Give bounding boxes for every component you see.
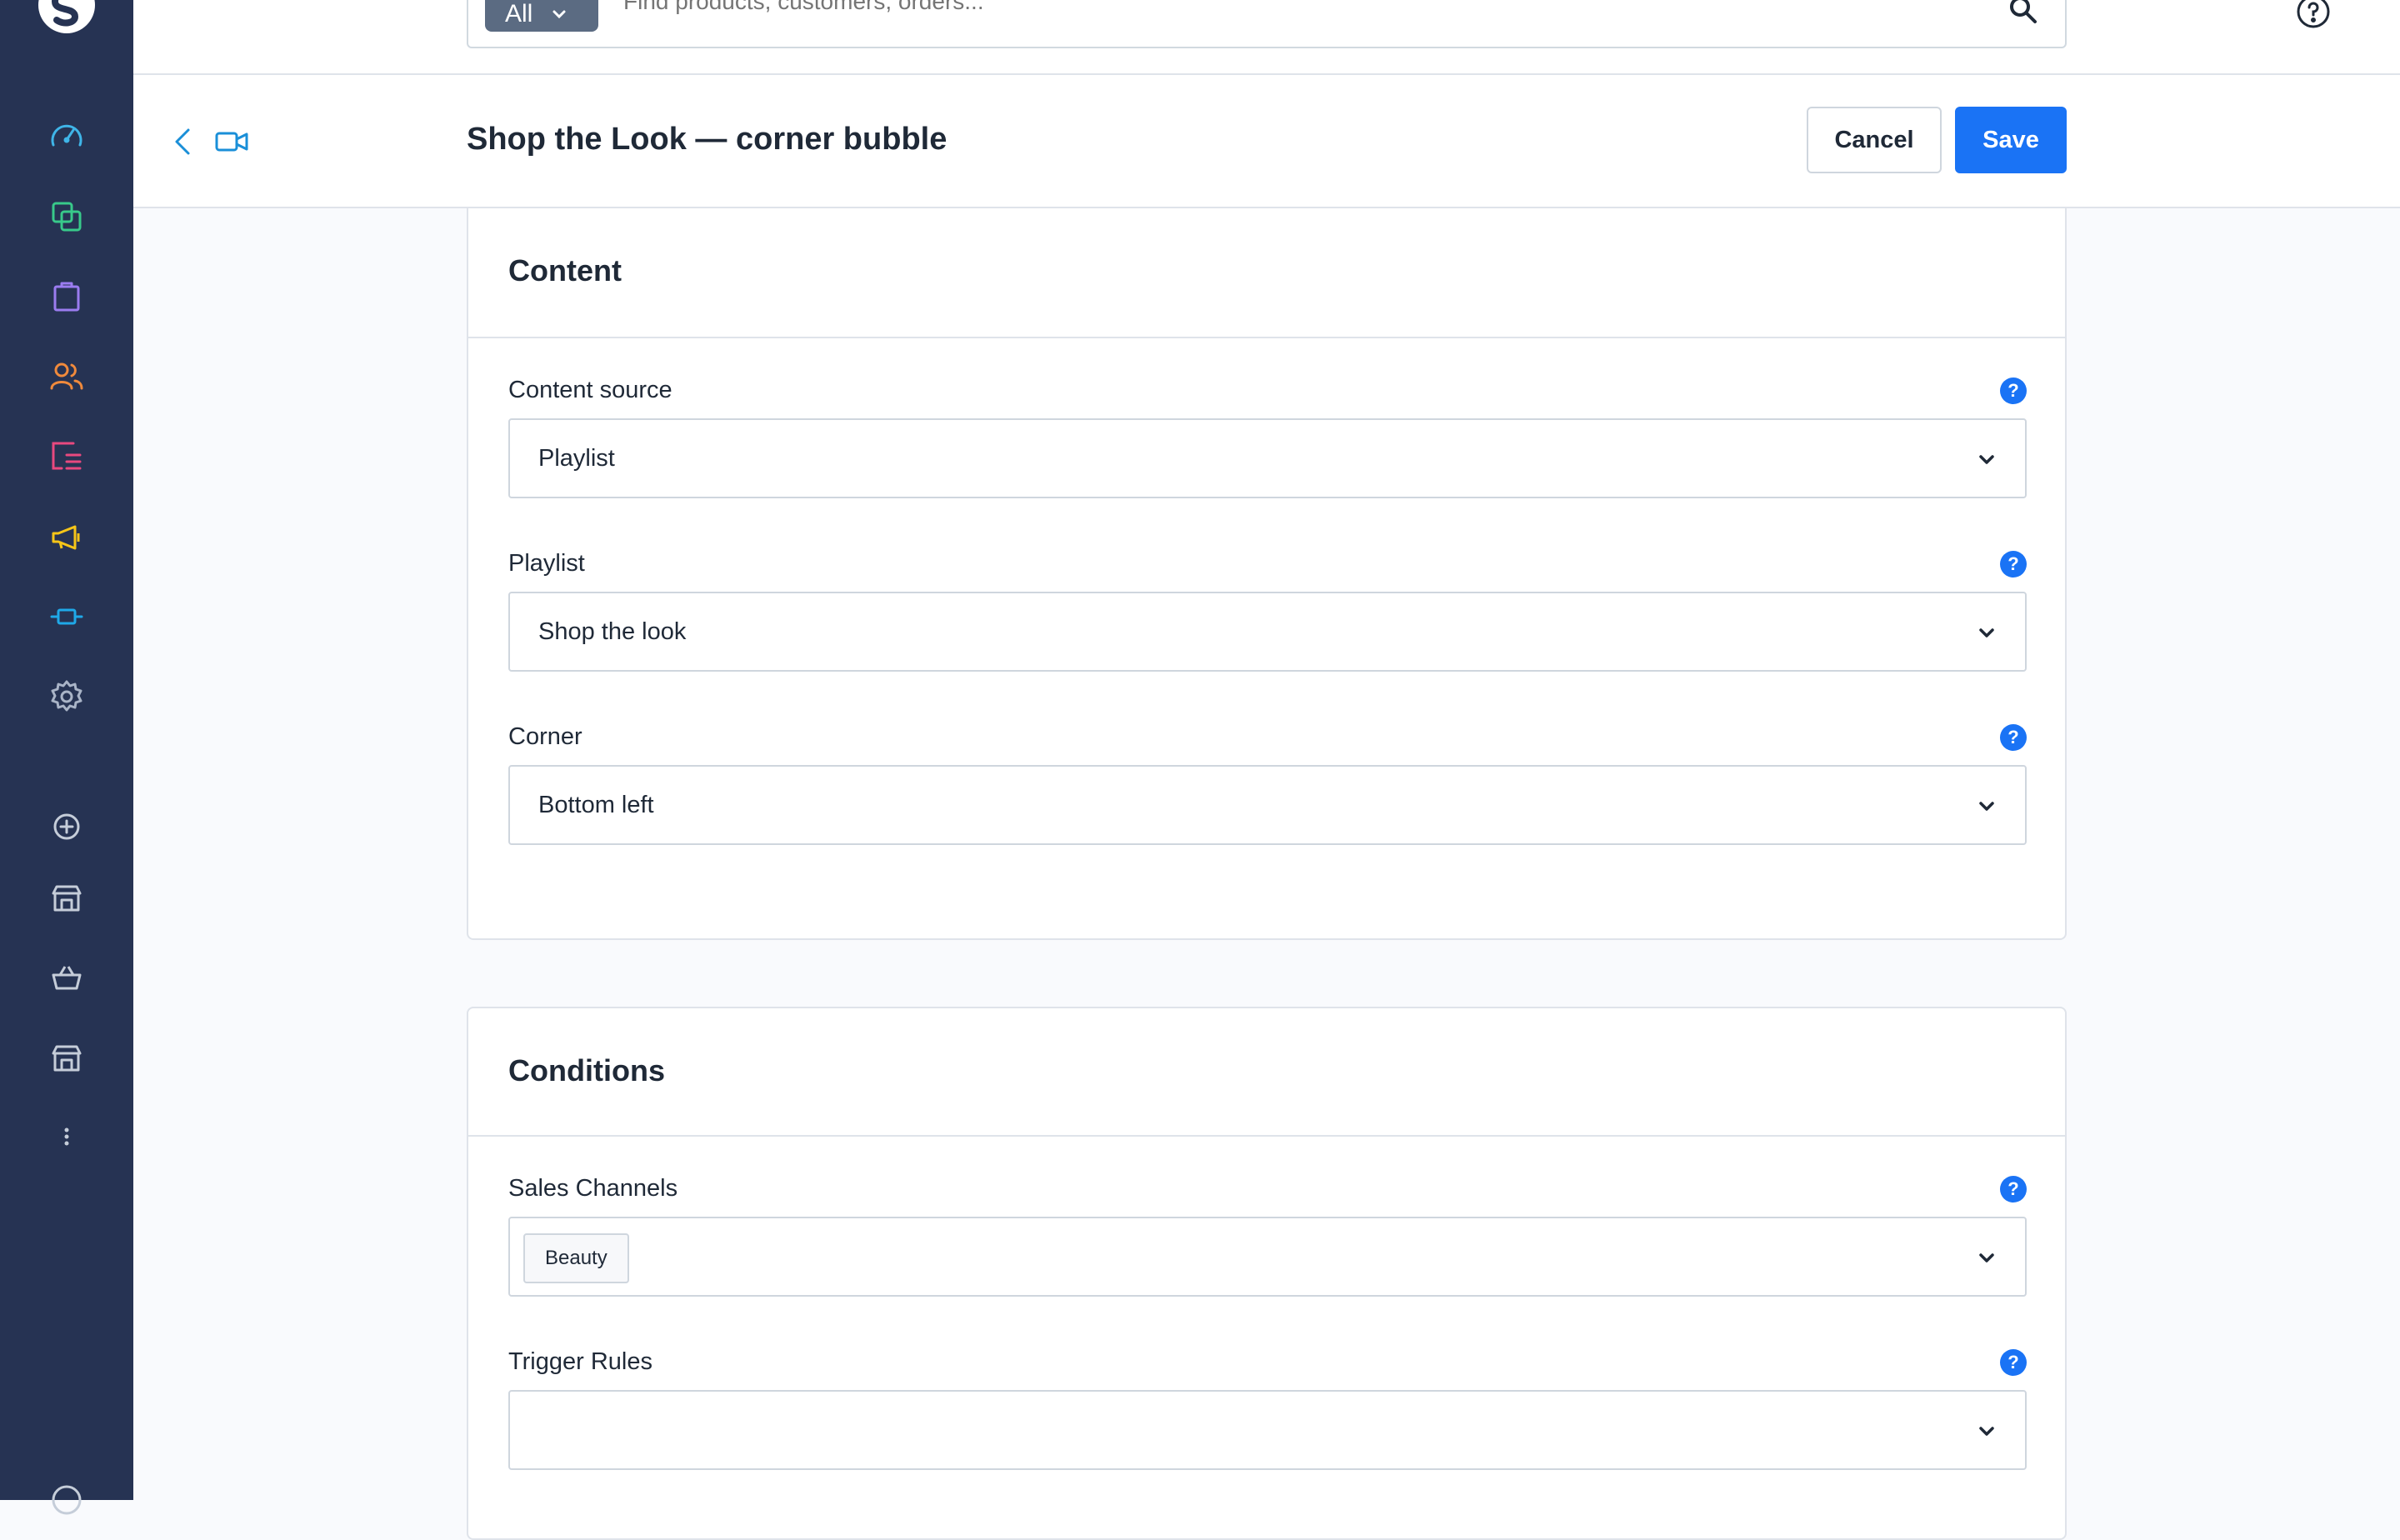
sidebar: [0, 0, 133, 1515]
customers-icon[interactable]: [42, 352, 92, 402]
orders-icon[interactable]: [42, 272, 92, 322]
card-title: Content: [508, 253, 622, 288]
select-value: Bottom left: [538, 792, 654, 818]
back-icon[interactable]: [167, 125, 200, 158]
page-title: Shop the Look — corner bubble: [467, 122, 948, 157]
chevron-down-icon: [1979, 802, 1994, 811]
help-icon[interactable]: ?: [2000, 551, 2027, 578]
help-icon[interactable]: [2295, 0, 2332, 30]
chevron-down-icon: [1979, 1253, 1994, 1262]
marketing-icon[interactable]: [42, 512, 92, 562]
search-icon[interactable]: [2007, 0, 2040, 27]
global-search: All: [467, 0, 2067, 48]
video-icon[interactable]: [213, 125, 250, 158]
divider: [468, 1135, 2065, 1137]
help-icon[interactable]: ?: [2000, 1176, 2027, 1202]
storefront-icon[interactable]: [42, 1033, 92, 1083]
divider: [468, 337, 2065, 338]
playlist-select[interactable]: Shop the look: [508, 592, 2027, 672]
card-title: Conditions: [508, 1053, 665, 1088]
field-label-playlist: Playlist: [508, 550, 585, 577]
help-icon[interactable]: ?: [2000, 724, 2027, 751]
select-value: Shop the look: [538, 618, 687, 645]
help-icon[interactable]: [42, 1475, 92, 1525]
content-icon[interactable]: [42, 432, 92, 482]
help-icon[interactable]: ?: [2000, 378, 2027, 404]
sales-channel-tag[interactable]: Beauty: [523, 1233, 629, 1283]
search-input[interactable]: [623, 0, 1957, 18]
page-header: Shop the Look — corner bubble Cancel Sav…: [133, 75, 2400, 208]
content-source-select[interactable]: Playlist: [508, 418, 2027, 498]
trigger-rules-select[interactable]: [508, 1390, 2027, 1470]
field-label-corner: Corner: [508, 723, 582, 750]
catalogue-icon[interactable]: [42, 192, 92, 242]
add-sales-channel-icon[interactable]: [42, 802, 92, 852]
logo-icon[interactable]: [37, 0, 97, 35]
sales-channels-select[interactable]: Beauty: [508, 1217, 2027, 1297]
chevron-down-icon: [1979, 1427, 1994, 1436]
help-icon[interactable]: ?: [2000, 1349, 2027, 1376]
field-label-content-source: Content source: [508, 377, 672, 403]
search-filter-dropdown[interactable]: All: [485, 0, 598, 32]
search-filter-label: All: [505, 0, 533, 28]
select-value: Playlist: [538, 445, 615, 472]
field-label-trigger-rules: Trigger Rules: [508, 1348, 652, 1375]
chevron-down-icon: [552, 10, 566, 19]
field-label-sales-channels: Sales Channels: [508, 1175, 678, 1202]
more-icon[interactable]: [42, 1112, 92, 1162]
content-card: Content Content source ? Playlist Playli…: [467, 208, 2067, 940]
settings-icon[interactable]: [42, 672, 92, 722]
chevron-down-icon: [1979, 455, 1994, 464]
cancel-button[interactable]: Cancel: [1807, 107, 1942, 173]
chevron-down-icon: [1979, 628, 1994, 638]
search-input-wrap: [623, 0, 1957, 20]
storefront-icon[interactable]: [42, 873, 92, 923]
corner-select[interactable]: Bottom left: [508, 765, 2027, 845]
top-bar: All: [133, 0, 2400, 75]
extensions-icon[interactable]: [42, 592, 92, 642]
basket-icon[interactable]: [42, 953, 92, 1003]
conditions-card: Conditions Sales Channels ? Beauty Trigg…: [467, 1007, 2067, 1540]
dashboard-icon[interactable]: [42, 112, 92, 162]
save-button[interactable]: Save: [1955, 107, 2067, 173]
